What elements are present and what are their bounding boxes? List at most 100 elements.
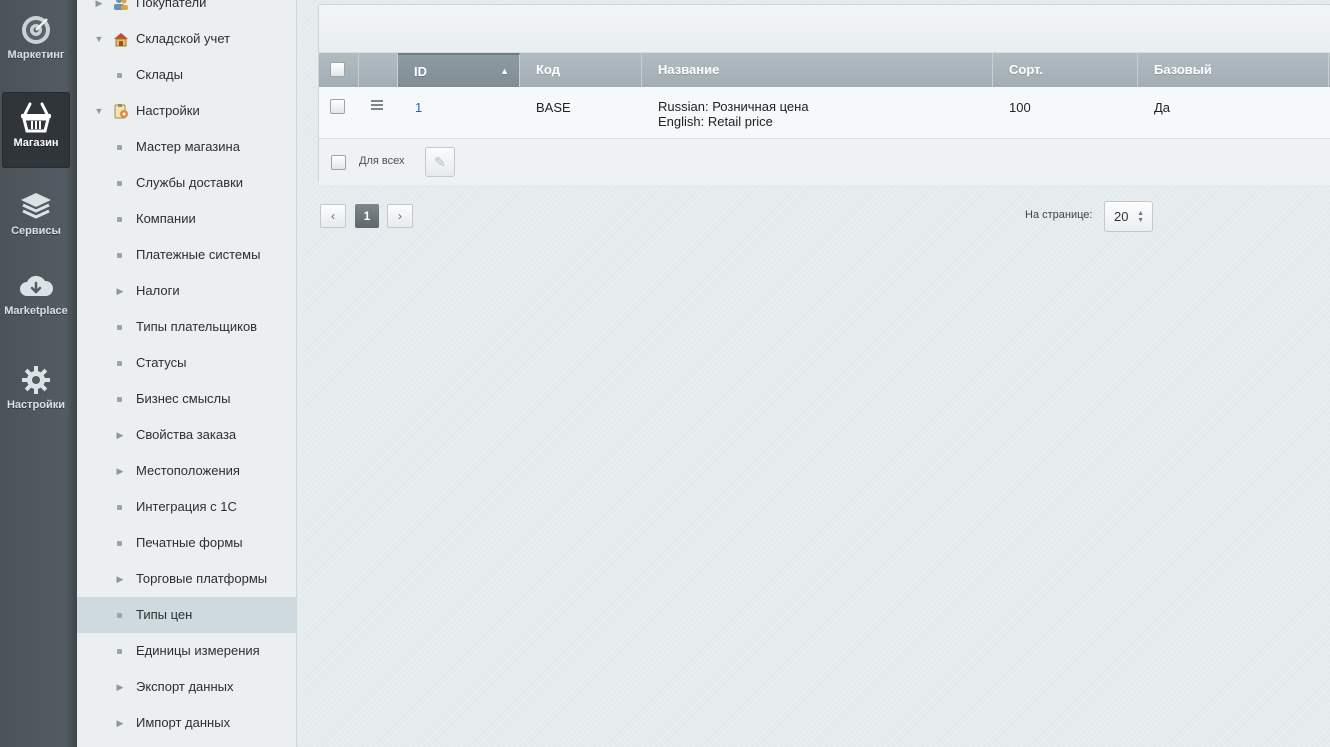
tree-item[interactable]: Типы цен <box>77 597 297 633</box>
expand-right-icon[interactable]: ▶ <box>115 705 125 741</box>
app-nav-label: Marketplace <box>4 305 68 317</box>
tree-item-label: Печатные формы <box>136 535 243 550</box>
app-nav-label: Настройки <box>6 399 66 411</box>
column-header-name[interactable]: Название <box>642 53 993 87</box>
tree-item-label: Настройки <box>136 103 200 118</box>
app-nav-label: Сервисы <box>11 225 61 237</box>
tree-item-label: Бизнес смыслы <box>136 391 231 406</box>
per-page-label: На странице: <box>1025 209 1093 221</box>
layers-icon <box>2 190 70 222</box>
table-row[interactable]: 1 BASE Russian: Розничная цена English: … <box>319 87 1330 139</box>
per-page-value: 20 <box>1114 209 1129 224</box>
per-page-select[interactable]: 20 ▲ ▼ <box>1104 201 1153 232</box>
pagination-prev-button[interactable]: ‹ <box>320 204 346 228</box>
tree-item-label: Мастер магазина <box>136 139 240 154</box>
basket-icon <box>2 100 70 134</box>
app-nav-item[interactable]: Магазин <box>2 92 70 168</box>
tree-item-label: Склады <box>136 67 183 82</box>
for-all-checkbox[interactable] <box>331 155 346 170</box>
tree-item[interactable]: Компании <box>77 201 297 237</box>
bullet-icon <box>117 145 122 150</box>
bullet-icon <box>117 325 122 330</box>
for-all-label: Для всех <box>359 155 405 167</box>
price-types-grid: ID ▲ Код Название Сорт. Базовый 1 BASE R… <box>318 4 1330 185</box>
cell-id[interactable]: 1 <box>415 100 422 115</box>
tree-item-label: Местоположения <box>136 463 240 478</box>
sort-ascending-icon: ▲ <box>500 66 509 76</box>
tree-item-label: Службы доставки <box>136 175 244 190</box>
tree-item-label: Покупатели <box>136 0 207 10</box>
tree-item-label: Складской учет <box>136 31 231 46</box>
column-header-base-label: Базовый <box>1154 62 1212 77</box>
column-header-name-label: Название <box>658 62 720 77</box>
tree-item[interactable]: Печатные формы <box>77 525 297 561</box>
tree-item[interactable]: ▶ Торговые платформы <box>77 561 297 597</box>
tree-item-label: Экспорт данных <box>136 679 234 694</box>
tree-item[interactable]: ▶ Покупатели <box>77 0 297 21</box>
expand-right-icon[interactable]: ▶ <box>115 417 125 453</box>
tree-item[interactable]: Платежные системы <box>77 237 297 273</box>
tree-item-label: Торговые платформы <box>136 571 268 586</box>
column-header-id[interactable]: ID ▲ <box>398 53 520 87</box>
header-select-cell <box>319 53 359 87</box>
tree-item[interactable]: ▶ Местоположения <box>77 453 297 489</box>
expand-down-icon[interactable]: ▼ <box>94 21 104 57</box>
expand-right-icon[interactable]: ▶ <box>115 669 125 705</box>
tree-item[interactable]: ▶ Экспорт данных <box>77 669 297 705</box>
column-header-sort[interactable]: Сорт. <box>993 53 1138 87</box>
tree-item-label: Импорт данных <box>136 715 231 730</box>
column-header-base[interactable]: Базовый <box>1138 53 1329 87</box>
column-header-id-label: ID <box>414 64 427 79</box>
row-actions-menu-icon[interactable] <box>371 100 383 111</box>
pagination-current-page[interactable]: 1 <box>355 204 379 228</box>
row-checkbox[interactable] <box>330 99 345 114</box>
expand-down-icon[interactable]: ▼ <box>94 93 104 129</box>
expand-right-icon[interactable]: ▶ <box>94 0 104 21</box>
grid-footer: Для всех ✎ <box>319 139 1330 185</box>
bullet-icon <box>117 361 122 366</box>
tree-item[interactable]: ▼ Складской учет <box>77 21 297 57</box>
tree-item[interactable]: Службы доставки <box>77 165 297 201</box>
app-nav-item[interactable]: Сервисы <box>2 182 70 260</box>
tree-item-label: Типы цен <box>136 607 193 622</box>
app-sidebar: Маркетинг Магазин Сервисы Marketplace Настро… <box>0 0 77 747</box>
tree-item-label: Интеграция с 1С <box>136 499 237 514</box>
tree-item[interactable]: Статусы <box>77 345 297 381</box>
cell-sort: 100 <box>1009 100 1031 115</box>
app-nav-item[interactable]: Маркетинг <box>2 6 70 84</box>
edit-button[interactable]: ✎ <box>425 147 455 177</box>
gear-icon <box>2 364 70 396</box>
tree-item-label: Платежные системы <box>136 247 261 262</box>
tree-item[interactable]: Интеграция с 1С <box>77 489 297 525</box>
tree-item[interactable]: ▶ Свойства заказа <box>77 417 297 453</box>
pagination-next-button[interactable]: › <box>387 204 413 228</box>
tree-item[interactable]: Склады <box>77 57 297 93</box>
tree-item[interactable]: ▶ Импорт данных <box>77 705 297 741</box>
tree-item[interactable]: Мастер магазина <box>77 129 297 165</box>
tree-item[interactable]: Типы плательщиков <box>77 309 297 345</box>
cell-name-en: English: Retail price <box>658 114 773 129</box>
tree-item[interactable]: Бизнес смыслы <box>77 381 297 417</box>
bullet-icon <box>117 253 122 258</box>
bullet-icon <box>117 649 122 654</box>
tree-item[interactable]: Единицы измерения <box>77 633 297 669</box>
bullet-icon <box>117 181 122 186</box>
select-all-checkbox[interactable] <box>330 62 345 77</box>
pencil-icon: ✎ <box>434 154 446 170</box>
app-nav-item[interactable]: Настройки <box>2 356 70 434</box>
expand-right-icon[interactable]: ▶ <box>115 273 125 309</box>
tree-menu: ▶ Покупатели ▼ Складской учет Склады ▼ Настрой… <box>77 0 297 747</box>
expand-right-icon[interactable]: ▶ <box>115 453 125 489</box>
tree-item-label: Налоги <box>136 283 180 298</box>
cell-name-ru: Russian: Розничная цена <box>658 99 809 114</box>
app-nav-label: Магазин <box>13 137 59 149</box>
expand-right-icon[interactable]: ▶ <box>115 561 125 597</box>
cell-base: Да <box>1154 100 1171 115</box>
column-header-code[interactable]: Код <box>520 53 642 87</box>
tree-item-label: Статусы <box>136 355 187 370</box>
tree-item[interactable]: ▶ Налоги <box>77 273 297 309</box>
header-actions-cell <box>359 53 398 87</box>
tree-item[interactable]: ▼ Настройки <box>77 93 297 129</box>
app-nav-item[interactable]: Marketplace <box>2 264 70 342</box>
bullet-icon <box>117 505 122 510</box>
